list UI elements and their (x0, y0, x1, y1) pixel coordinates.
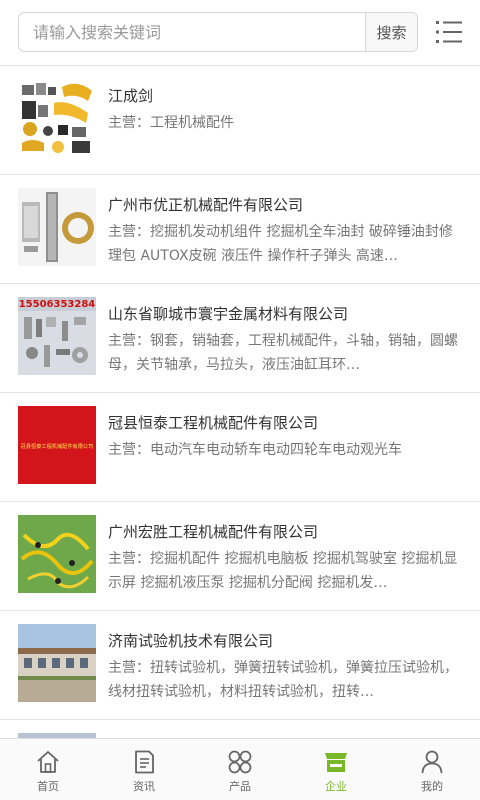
tab-companies[interactable]: 企业 (288, 739, 384, 800)
news-icon (135, 750, 154, 774)
tab-label: 我的 (421, 780, 443, 793)
tab-home[interactable]: 首页 (0, 739, 96, 800)
company-name[interactable]: 山东省聊城市寰宇金属材料有限公司 (108, 303, 348, 324)
bottom-tab-bar: 首页 资讯 产品 企业 我的 (0, 738, 480, 800)
tab-label: 企业 (325, 780, 347, 793)
list-item[interactable] (0, 720, 480, 738)
company-thumbnail (18, 515, 96, 593)
company-thumbnail: 冠县恒泰工程机械配件有限公司 (18, 406, 96, 484)
list-item[interactable]: 广州市优正机械配件有限公司 主营：挖掘机发动机组件 挖掘机全车油封 破碎锤油封修… (0, 175, 480, 284)
search-box: 搜索 (18, 12, 418, 52)
list-item[interactable]: 广州宏胜工程机械配件有限公司 主营：挖掘机配件 挖掘机电脑板 挖掘机驾驶室 挖掘… (0, 502, 480, 611)
tab-label: 首页 (37, 780, 59, 793)
company-name[interactable]: 广州宏胜工程机械配件有限公司 (108, 521, 318, 542)
company-business-desc: 主营：扭转试验机，弹簧扭转试验机，弹簧拉压试验机，线材扭转试验机，材料扭转试验机… (108, 660, 458, 700)
list-item[interactable]: 济南试验机技术有限公司 主营：扭转试验机，弹簧扭转试验机，弹簧拉压试验机，线材扭… (0, 611, 480, 720)
top-search-bar: 搜索 (0, 0, 480, 66)
company-name[interactable]: 冠县恒泰工程机械配件有限公司 (108, 412, 318, 433)
company-business-desc: 主营：钢套，销轴套，工程机械配件，斗轴，销轴，圆螺母，关节轴承，马拉头，液压油缸… (108, 333, 458, 373)
search-button[interactable]: 搜索 (365, 13, 417, 51)
tab-products[interactable]: 产品 (192, 739, 288, 800)
company-name[interactable]: 广州市优正机械配件有限公司 (108, 194, 303, 215)
list-item[interactable]: 冠县恒泰工程机械配件有限公司 冠县恒泰工程机械配件有限公司 主营：电动汽车电动轿… (0, 393, 480, 502)
tab-news[interactable]: 资讯 (96, 739, 192, 800)
company-business-desc: 主营：挖掘机发动机组件 挖掘机全车油封 破碎锤油封修理包 AUTOX皮碗 液压件… (108, 224, 453, 264)
company-thumbnail (18, 188, 96, 266)
search-input[interactable] (19, 13, 365, 51)
tab-mine[interactable]: 我的 (384, 739, 480, 800)
menu-list-icon[interactable] (434, 18, 464, 46)
grid-icon (228, 750, 252, 774)
company-business-desc: 主营：挖掘机配件 挖掘机电脑板 挖掘机驾驶室 挖掘机显示屏 挖掘机液压泵 挖掘机… (108, 551, 458, 591)
company-thumbnail (18, 624, 96, 702)
tab-label: 产品 (229, 780, 251, 793)
company-business-desc: 主营：电动汽车电动轿车电动四轮车电动观光车 (108, 442, 402, 458)
company-thumbnail (18, 79, 96, 157)
user-icon (421, 750, 443, 774)
company-sign-text: 冠县恒泰工程机械配件有限公司 (21, 442, 94, 450)
company-name[interactable]: 济南试验机技术有限公司 (108, 630, 273, 651)
store-icon (325, 753, 347, 772)
company-thumbnail: 15506353284 (18, 297, 96, 375)
company-list: 江成剑 主营：工程机械配件 广州市优正机械配件有限公司 主营：挖掘机发动机组件 … (0, 66, 480, 738)
phone-number-watermark: 15506353284 (19, 299, 96, 310)
tab-label: 资讯 (133, 780, 155, 793)
home-icon (37, 751, 59, 773)
list-item[interactable]: 15506353284 山东省聊城市寰宇金属材料有限公司 主营：钢套，销轴套，工… (0, 284, 480, 393)
company-business-desc: 主营：工程机械配件 (108, 115, 234, 131)
company-name[interactable]: 江成剑 (108, 85, 153, 106)
list-item[interactable]: 江成剑 主营：工程机械配件 (0, 66, 480, 175)
